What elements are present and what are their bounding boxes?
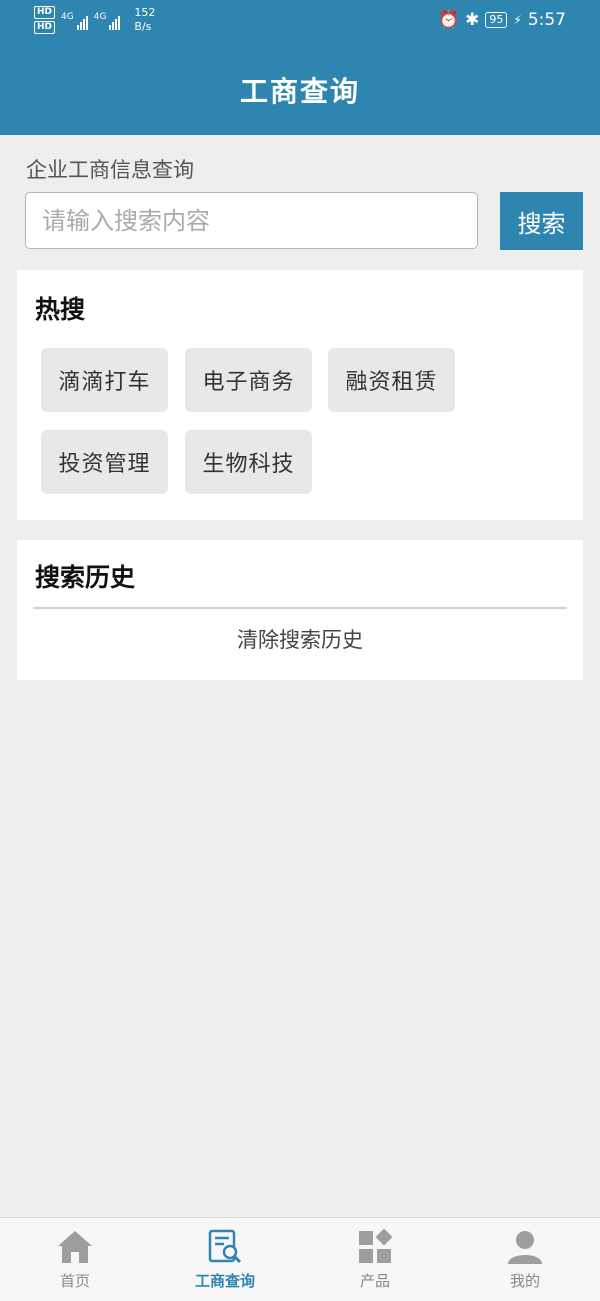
bottom-nav: 首页 工商查询 产品 我的: [0, 1217, 600, 1301]
app-header: HD HD 4G 4G 152 B/s ⏰ ✱ 95 ⚡ 5:57 工商查询: [0, 0, 600, 135]
nav-label: 我的: [509, 1272, 540, 1290]
search-button[interactable]: 搜索: [500, 192, 583, 250]
nav-label: 工商查询: [194, 1272, 255, 1290]
status-right: ⏰ ✱ 95 ⚡ 5:57: [438, 10, 566, 30]
hot-search-title: 热搜: [35, 295, 86, 324]
divider: [33, 607, 567, 609]
status-left: HD HD 4G 4G 152 B/s: [34, 6, 155, 34]
network-type: 4G: [93, 12, 107, 22]
hot-tag[interactable]: 电子商务: [185, 348, 312, 412]
nav-mine[interactable]: 我的: [450, 1218, 600, 1301]
nav-business-query[interactable]: 工商查询: [150, 1218, 300, 1301]
bluetooth-icon: ✱: [465, 10, 480, 30]
nav-home[interactable]: 首页: [0, 1218, 150, 1301]
hot-tag[interactable]: 生物科技: [185, 430, 312, 494]
home-icon: [58, 1231, 92, 1263]
nav-products[interactable]: 产品: [300, 1218, 450, 1301]
alarm-icon: ⏰: [437, 10, 460, 30]
network-type: 4G: [61, 12, 74, 22]
user-icon: [508, 1231, 542, 1264]
hd-badge: HD: [34, 6, 56, 19]
document-search-icon: [208, 1229, 242, 1264]
hd-indicators: HD HD: [34, 6, 56, 34]
hot-tag[interactable]: 投资管理: [41, 430, 168, 494]
clear-history-button[interactable]: 清除搜索历史: [17, 624, 583, 654]
network-speed-unit: B/s: [134, 20, 152, 33]
hot-search-card: 热搜 滴滴打车 电子商务 融资租赁 投资管理 生物科技: [17, 270, 583, 520]
charging-icon: ⚡: [513, 13, 522, 27]
hot-tag[interactable]: 融资租赁: [328, 348, 455, 412]
search-history-title: 搜索历史: [35, 563, 136, 592]
hd-badge: HD: [34, 21, 56, 34]
network-speed: 152 B/s: [134, 6, 155, 34]
network-speed-value: 152: [134, 6, 156, 19]
search-history-card: 搜索历史 清除搜索历史: [17, 540, 583, 680]
hot-tag[interactable]: 滴滴打车: [41, 348, 168, 412]
signal-icon: 4G: [94, 12, 121, 30]
status-bar: HD HD 4G 4G 152 B/s ⏰ ✱ 95 ⚡ 5:57: [0, 0, 600, 44]
search-input[interactable]: [25, 192, 478, 249]
nav-label: 产品: [359, 1272, 390, 1290]
battery-level: 95: [485, 12, 508, 28]
clock: 5:57: [527, 10, 566, 30]
search-label: 企业工商信息查询: [26, 158, 194, 182]
page-title: 工商查询: [239, 75, 360, 108]
nav-label: 首页: [59, 1272, 90, 1290]
grid-icon: [359, 1228, 393, 1263]
signal-icon: 4G: [61, 12, 88, 30]
